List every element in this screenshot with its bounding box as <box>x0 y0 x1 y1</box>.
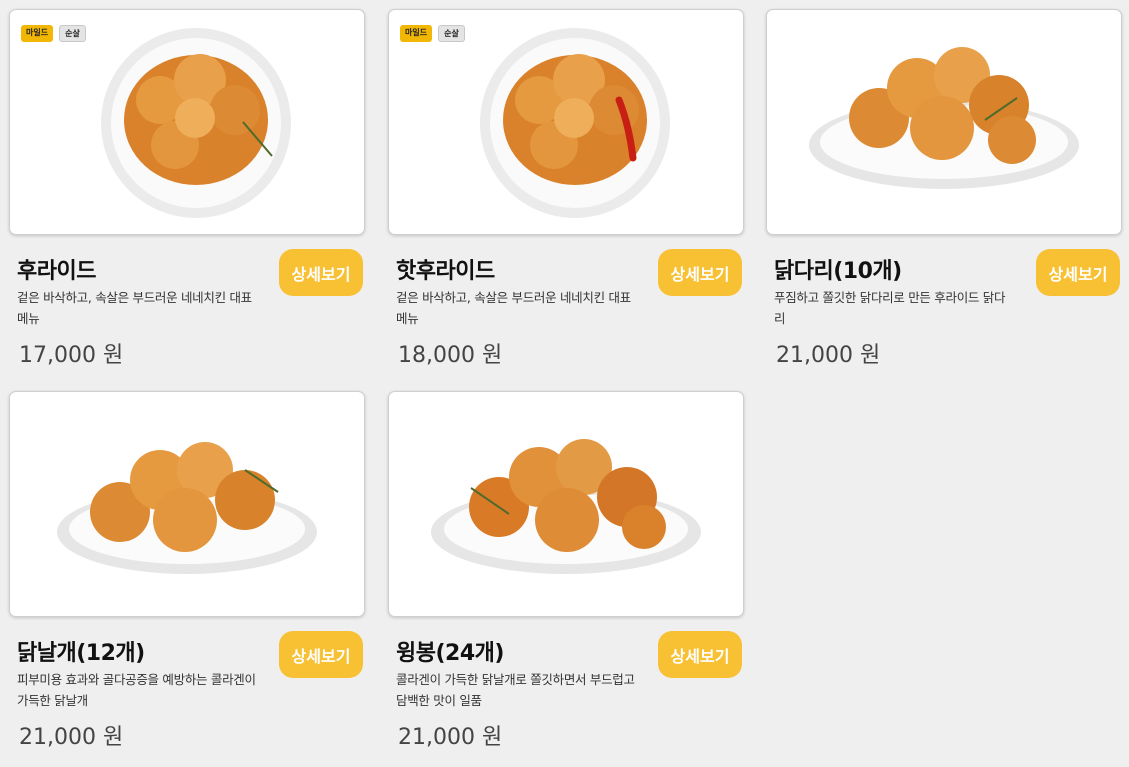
detail-button[interactable]: 상세보기 <box>1036 249 1120 296</box>
wings-photo[interactable] <box>9 391 365 617</box>
detail-button[interactable]: 상세보기 <box>279 249 363 296</box>
wings-image <box>57 442 317 574</box>
mild-badge: 마일드 <box>21 25 54 42</box>
menu-price: 18,000 원 <box>398 343 503 368</box>
menu-card-drumsticks[interactable]: 닭다리(10개) 푸짐하고 쫄깃한 닭다리로 만든 후라이드 닭다리 21,00… <box>766 9 1122 385</box>
detail-button[interactable]: 상세보기 <box>658 631 742 678</box>
hot-fried-chicken-photo[interactable]: 마일드 순살 <box>388 9 744 235</box>
menu-card-hot-fried[interactable]: 마일드 순살 핫후라이드 겉은 바삭하고, 속살은 부드러운 네네치킨 대표메뉴… <box>388 9 744 385</box>
hot-fried-chicken-image <box>480 28 670 218</box>
mild-badge: 마일드 <box>400 25 433 42</box>
detail-button[interactable]: 상세보기 <box>658 249 742 296</box>
wingbong-image <box>431 439 701 574</box>
menu-price: 21,000 원 <box>776 343 881 368</box>
fried-chicken-image <box>101 28 291 218</box>
menu-card-wingbong[interactable]: 윙봉(24개) 콜라겐이 가득한 닭날개로 쫄깃하면서 부드럽고 담백한 맛이 … <box>388 391 744 767</box>
menu-name: 윙봉(24개) <box>396 641 504 666</box>
menu-description: 푸짐하고 쫄깃한 닭다리로 만든 후라이드 닭다리 <box>774 290 1006 326</box>
menu-name: 닭날개(12개) <box>17 641 145 666</box>
menu-name: 후라이드 <box>17 259 96 284</box>
menu-name: 핫후라이드 <box>396 259 495 284</box>
drumsticks-image <box>809 47 1079 189</box>
menu-name: 닭다리(10개) <box>774 259 902 284</box>
detail-button[interactable]: 상세보기 <box>279 631 363 678</box>
menu-description: 피부미용 효과와 골다공증을 예방하는 콜라겐이 가득한 닭날개 <box>17 672 256 708</box>
menu-card-fried[interactable]: 마일드 순살 후라이드 겉은 바삭하고, 속살은 부드러운 네네치킨 대표메뉴 … <box>9 9 365 385</box>
boneless-badge: 순살 <box>438 25 465 42</box>
menu-price: 21,000 원 <box>398 725 503 750</box>
menu-description: 콜라겐이 가득한 닭날개로 쫄깃하면서 부드럽고 담백한 맛이 일품 <box>396 672 635 708</box>
boneless-badge: 순살 <box>59 25 86 42</box>
drumsticks-photo[interactable] <box>766 9 1122 235</box>
menu-description: 겉은 바삭하고, 속살은 부드러운 네네치킨 대표메뉴 <box>17 290 252 326</box>
menu-price: 21,000 원 <box>19 725 124 750</box>
menu-description: 겉은 바삭하고, 속살은 부드러운 네네치킨 대표메뉴 <box>396 290 631 326</box>
wingbong-photo[interactable] <box>388 391 744 617</box>
fried-chicken-photo[interactable]: 마일드 순살 <box>9 9 365 235</box>
menu-card-wings[interactable]: 닭날개(12개) 피부미용 효과와 골다공증을 예방하는 콜라겐이 가득한 닭날… <box>9 391 365 767</box>
menu-price: 17,000 원 <box>19 343 124 368</box>
